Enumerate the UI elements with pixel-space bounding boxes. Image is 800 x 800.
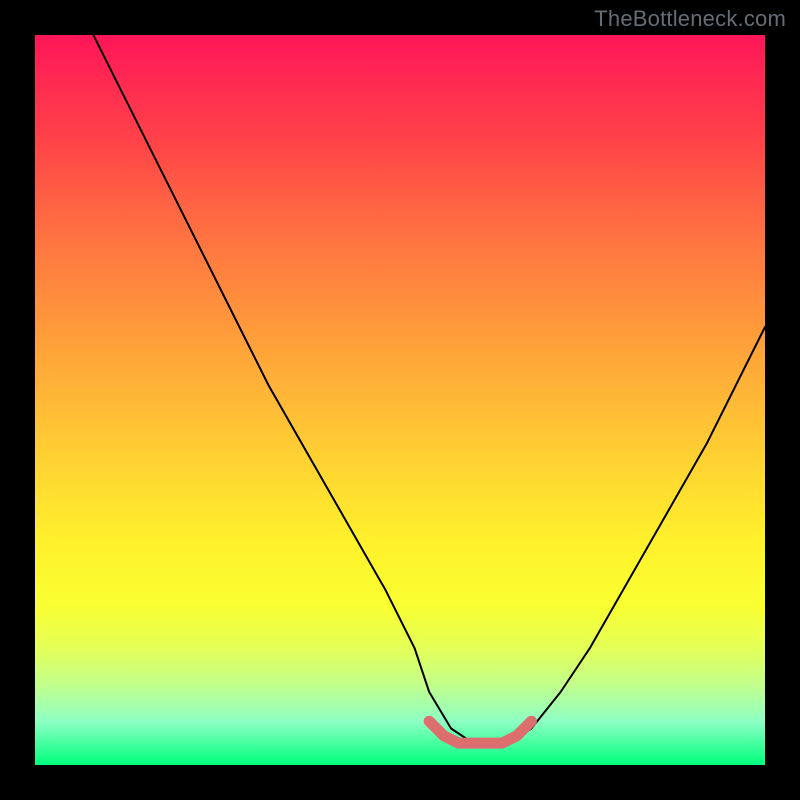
bottleneck-curve — [93, 35, 765, 743]
watermark-text: TheBottleneck.com — [594, 6, 786, 32]
curve-layer — [35, 35, 765, 765]
minimum-highlight — [429, 721, 531, 743]
plot-area — [35, 35, 765, 765]
